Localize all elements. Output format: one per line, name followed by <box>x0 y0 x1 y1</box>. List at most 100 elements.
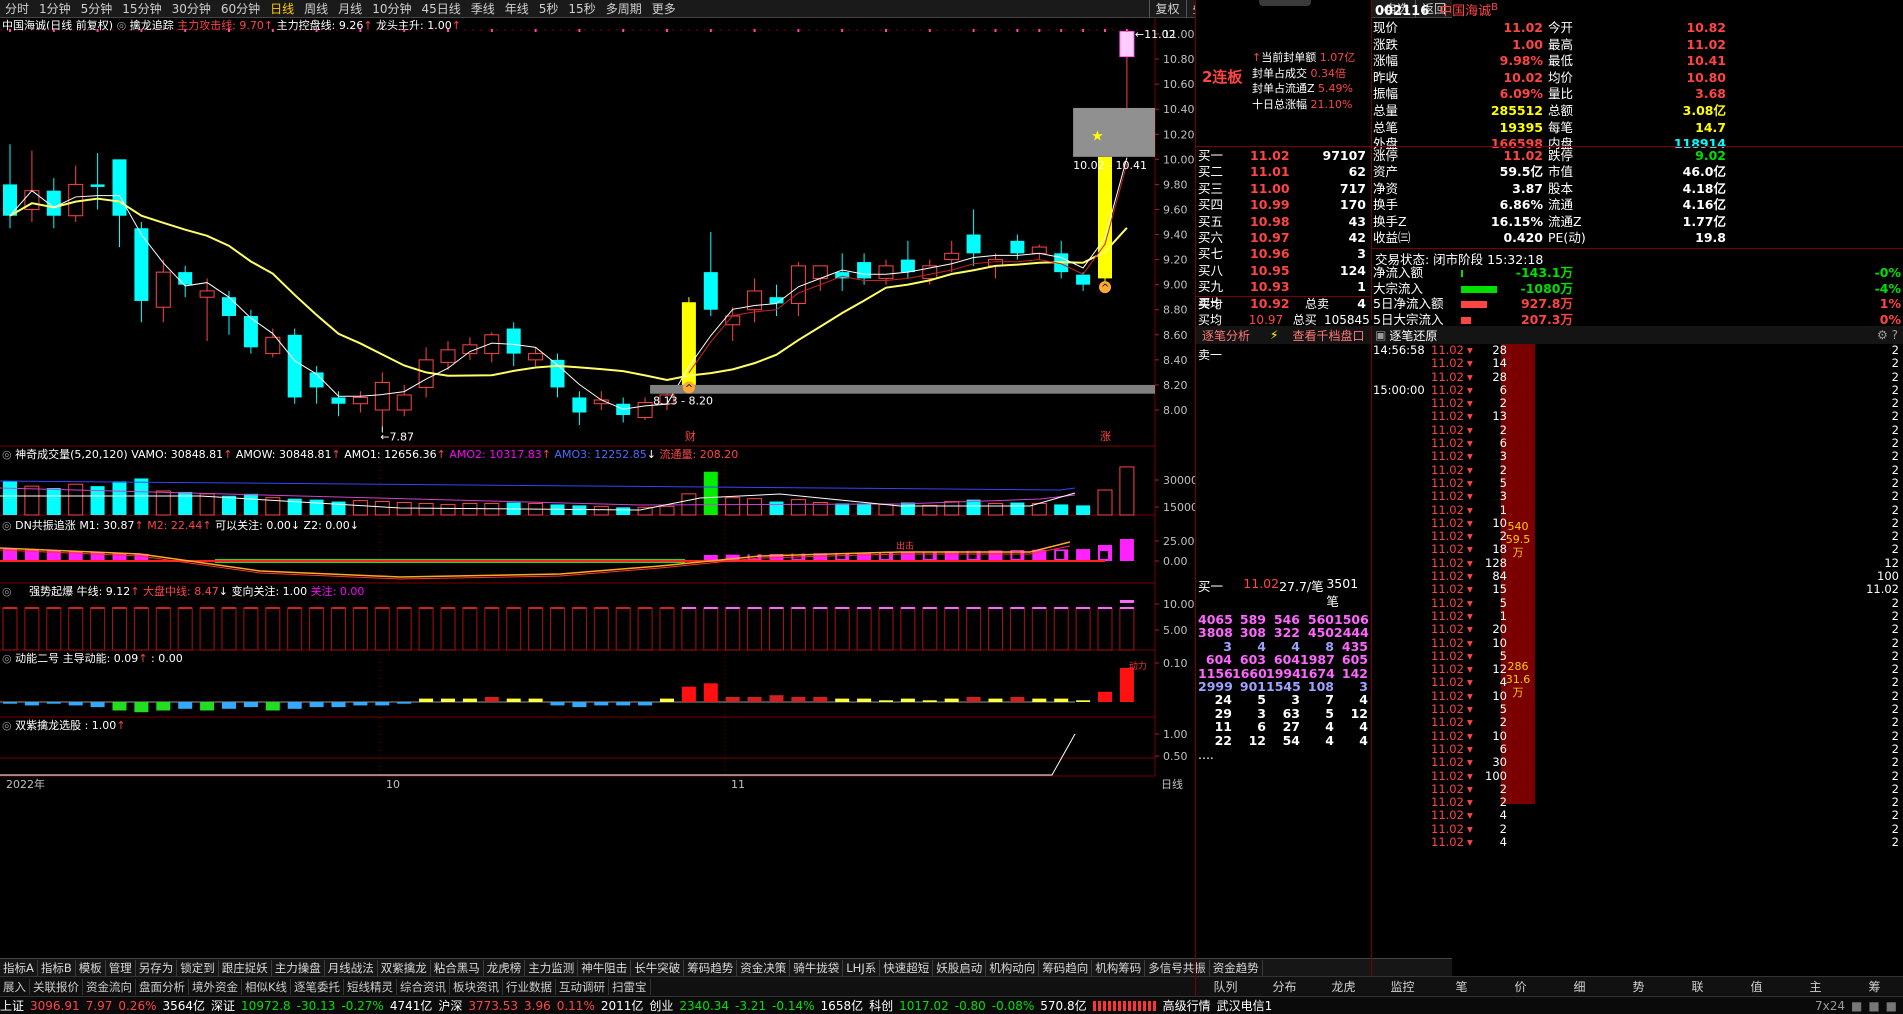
info-tab-11[interactable]: 互动调研 <box>556 978 610 995</box>
order-book-row[interactable]: 买三 11.00 717 <box>1198 181 1370 197</box>
indicator-dot-icon[interactable]: ◎ <box>2 448 12 461</box>
info-tab-3[interactable]: 盘面分析 <box>136 978 189 995</box>
indicator-tab-20[interactable]: 妖股启动 <box>933 959 987 976</box>
order-book-row[interactable]: 买四 10.99 170 <box>1198 197 1370 213</box>
period-8[interactable]: 月线 <box>333 0 367 17</box>
indicator-tab-3[interactable]: 管理 <box>106 959 136 976</box>
indicator-dot-icon[interactable]: ◎ <box>2 519 12 532</box>
period-14[interactable]: 15秒 <box>563 0 600 17</box>
info-tab-12[interactable]: 扫雷宝 <box>609 978 651 995</box>
order-book-row[interactable]: 买七 10.96 3 <box>1198 246 1370 262</box>
indicator-tab-0[interactable]: 指标A <box>0 959 38 976</box>
info-tab-4[interactable]: 境外资金 <box>189 978 242 995</box>
right-tab-1[interactable]: 分布 <box>1255 978 1314 995</box>
order-book-row[interactable]: 买八 10.95 124 <box>1198 263 1370 279</box>
drag-handle[interactable] <box>1259 0 1311 6</box>
period-13[interactable]: 5秒 <box>534 0 564 17</box>
tab-zhubi-analysis[interactable]: 逐笔分析 <box>1202 327 1250 344</box>
order-book-row[interactable]: 买六 10.97 42 <box>1198 230 1370 246</box>
qs-name[interactable]: 强势起爆 <box>29 585 73 598</box>
info-tab-0[interactable]: 展入 <box>0 978 30 995</box>
right-tab-4[interactable]: 笔 <box>1432 978 1491 995</box>
period-12[interactable]: 年线 <box>500 0 534 17</box>
indicator-tab-22[interactable]: 筹码趋向 <box>1039 959 1093 976</box>
vol-name[interactable]: 神奇成交量(5,20,120) <box>15 448 128 461</box>
indicator-tab-21[interactable]: 机构动向 <box>986 959 1040 976</box>
dn2-bar <box>353 702 368 706</box>
gear-icon[interactable]: ■ <box>1851 999 1862 1013</box>
indicator-tab-6[interactable]: 跟庄捉妖 <box>219 959 272 976</box>
help-icon[interactable]: ■ <box>1868 999 1879 1013</box>
tab-depth-book[interactable]: 查看千档盘口 <box>1292 327 1364 344</box>
right-tab-3[interactable]: 监控 <box>1373 978 1432 995</box>
dn-name[interactable]: DN共振追涨 <box>15 519 76 532</box>
indicator-tab-13[interactable]: 神牛阻击 <box>578 959 632 976</box>
indicator-tab-1[interactable]: 指标B <box>38 959 76 976</box>
chart-area[interactable]: 11.0010.8010.6010.4010.2010.009.809.609.… <box>0 18 1195 958</box>
indicator-tab-11[interactable]: 龙虎榜 <box>484 959 526 976</box>
tick-row: 11.02 ▾ 4 2 <box>1373 809 1903 823</box>
period-1[interactable]: 1分钟 <box>34 0 76 17</box>
info-tab-7[interactable]: 短线精灵 <box>344 978 398 995</box>
period-2[interactable]: 5分钟 <box>76 0 118 17</box>
right-tab-2[interactable]: 龙虎 <box>1314 978 1373 995</box>
indicator-tab-10[interactable]: 粘合黑马 <box>431 959 484 976</box>
info-tab-2[interactable]: 资金流向 <box>83 978 136 995</box>
indicator-tab-2[interactable]: 模板 <box>76 959 106 976</box>
info-tab-5[interactable]: 相似K线 <box>242 978 292 995</box>
indicator-tab-5[interactable]: 锁定到 <box>177 959 219 976</box>
zhubi-title: 逐笔还原 <box>1389 328 1438 343</box>
period-11[interactable]: 季线 <box>466 0 500 17</box>
info-tab-1[interactable]: 关联报价 <box>30 978 83 995</box>
period-10[interactable]: 45日线 <box>416 0 465 17</box>
period-4[interactable]: 30分钟 <box>167 0 216 17</box>
period-16[interactable]: 更多 <box>647 0 681 17</box>
order-book-row[interactable]: 买五 10.98 43 <box>1198 214 1370 230</box>
tick-price: 11.02 <box>1431 622 1464 637</box>
order-book-row[interactable]: 买二 11.01 62 <box>1198 164 1370 180</box>
indicator-tab-14[interactable]: 长牛突破 <box>631 959 685 976</box>
right-tab-5[interactable]: 价 <box>1491 978 1550 995</box>
tick-list[interactable]: 14:56:58 11.02 ▾ 28 2 11.02 ▾ 14 2 11.02 ▾ 28 2 15:00… <box>1373 343 1903 849</box>
info-tab-10[interactable]: 行业数据 <box>503 978 557 995</box>
indicator-tab-17[interactable]: 骑牛拢袋 <box>790 959 844 976</box>
info-tab-8[interactable]: 综合资讯 <box>397 978 451 995</box>
indicator-tab-9[interactable]: 双紫擒龙 <box>378 959 431 976</box>
toolbar-btn-0[interactable]: 复权 <box>1148 0 1186 17</box>
indicator-tab-7[interactable]: 主力操盘 <box>272 959 325 976</box>
indicator-tab-16[interactable]: 资金决策 <box>737 959 791 976</box>
period-7[interactable]: 周线 <box>299 0 333 17</box>
period-15[interactable]: 多周期 <box>601 0 647 17</box>
order-book-row[interactable]: 买九 10.93 1 <box>1198 279 1370 295</box>
indicator-tab-23[interactable]: 机构筹码 <box>1092 959 1146 976</box>
indicator-tab-15[interactable]: 筹码趋势 <box>684 959 738 976</box>
right-tab-0[interactable]: 队列 <box>1196 978 1255 995</box>
order-book-row[interactable]: 买一 11.02 97107 <box>1198 148 1370 164</box>
right-tab-6[interactable]: 细 <box>1550 978 1609 995</box>
settings-icon[interactable]: ⚙ ? <box>1877 328 1898 342</box>
period-5[interactable]: 60分钟 <box>216 0 265 17</box>
right-tab-7[interactable]: 势 <box>1609 978 1668 995</box>
indicator-dot-icon[interactable]: ◎ <box>2 652 12 665</box>
indicator-tab-12[interactable]: 主力监测 <box>525 959 579 976</box>
sz-name[interactable]: 双紫擒龙选股 <box>15 719 81 732</box>
indicator-dot-icon[interactable]: ◎ <box>2 719 12 732</box>
indicator-tab-19[interactable]: 快速超短 <box>880 959 934 976</box>
right-tab-8[interactable]: 联 <box>1668 978 1727 995</box>
period-9[interactable]: 10分钟 <box>367 0 416 17</box>
right-tab-11[interactable]: 筹 <box>1845 978 1903 995</box>
info-tab-6[interactable]: 逐笔委托 <box>291 978 345 995</box>
right-tab-10[interactable]: 主 <box>1786 978 1845 995</box>
indicator-tab-18[interactable]: LHJ系 <box>843 959 881 976</box>
dn2-name[interactable]: 动能二号 <box>15 652 59 665</box>
indicator-tab-8[interactable]: 月线战法 <box>325 959 378 976</box>
period-6[interactable]: 日线 <box>265 0 299 17</box>
right-tab-9[interactable]: 值 <box>1727 978 1786 995</box>
indicator-dot-icon[interactable]: ◎ <box>2 585 12 598</box>
info-tab-9[interactable]: 板块资讯 <box>450 978 504 995</box>
indicator-tab-4[interactable]: 另存为 <box>136 959 178 976</box>
up-arrow-icon: ↑ <box>541 448 551 461</box>
menu-icon[interactable]: ■ <box>1886 999 1897 1013</box>
period-0[interactable]: 分时 <box>0 0 34 17</box>
period-3[interactable]: 15分钟 <box>117 0 166 17</box>
